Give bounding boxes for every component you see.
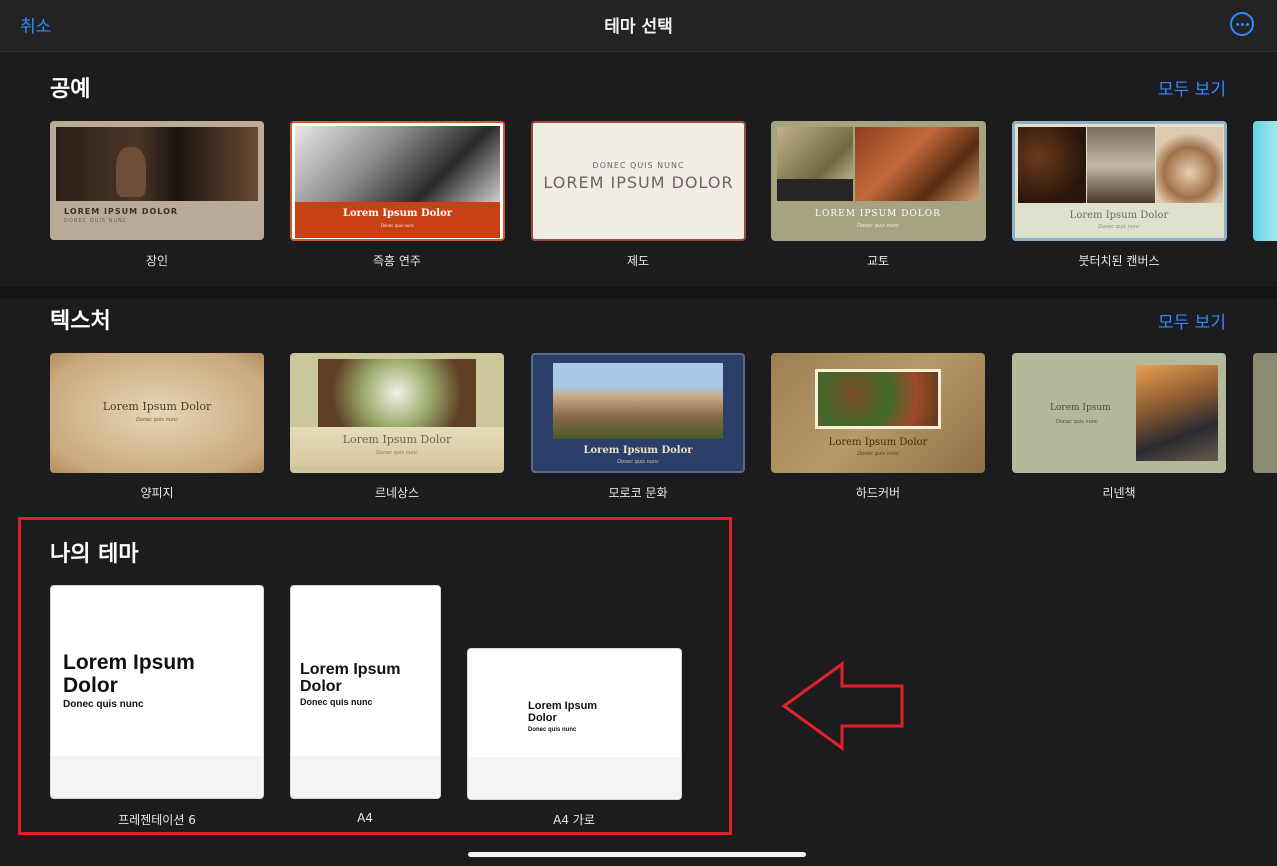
theme-preview-image [553,363,723,439]
theme-preview-title: Lorem Ipsum Dolor [828,437,928,448]
see-all-button[interactable]: 모두 보기 [1158,308,1226,333]
theme-thumbnail-partial[interactable] [1253,353,1277,473]
theme-preview-subtitle: Donec quis nunc [617,459,659,465]
theme-preview-subtitle: Donec quis nunc [380,223,415,228]
home-indicator[interactable] [468,852,806,857]
ellipsis-circle-icon[interactable] [1230,12,1254,36]
theme-preview-subtitle: Donec quis nunc [857,223,899,229]
theme-thumbnail-drafting[interactable]: DONEC QUIS NUNC LOREM IPSUM DOLOR [531,121,746,241]
theme-preview-title: Lorem Ipsum Dolor [583,445,693,456]
theme-preview-image [318,359,476,427]
theme-preview-subtitle: DONEC QUIS NUNC [592,161,685,170]
theme-thumbnail-kyoto[interactable]: LOREM IPSUM DOLOR Donec quis nunc [771,121,986,241]
theme-label: 르네상스 [374,486,420,500]
theme-preview-title: Lorem Ipsum Dolor [102,400,212,413]
section-divider [0,287,1277,299]
theme-preview-title: LOREM IPSUM DOLOR [815,209,941,219]
theme-label: 리넨책 [1102,486,1136,500]
theme-preview-subtitle: Donec quis nunc [857,451,899,457]
theme-preview-image [777,179,853,201]
theme-preview-title: Lorem Ipsum Dolor [342,433,452,446]
section-crafts: 공예 모두 보기 LOREM IPSUM DOLOR DONEC QUIS NU… [0,53,1277,287]
theme-preview-title: LOREM IPSUM DOLOR [64,207,179,216]
theme-label: 제도 [626,254,650,268]
theme-label: 양피지 [140,486,174,500]
theme-preview-image [815,369,941,429]
theme-thumbnail-renaissance[interactable]: Lorem Ipsum Dolor Donec quis nunc [290,353,504,473]
arrow-left-icon [781,661,904,751]
theme-preview-subtitle: Donec quis nunc [1056,419,1098,425]
theme-label: 장인 [145,254,169,268]
theme-preview-subtitle: Donec quis nunc [1098,224,1140,230]
theme-label: 모로코 문화 [608,486,668,500]
section-title: 공예 [50,77,91,102]
section-title: 텍스처 [50,309,111,334]
theme-preview-subtitle: Donec quis nunc [376,450,418,456]
theme-thumbnail-linen-book[interactable]: Lorem Ipsum Donec quis nunc [1012,353,1226,473]
theme-thumbnail-hardcover[interactable]: Lorem Ipsum Dolor Donec quis nunc [771,353,985,473]
theme-preview-image [1018,127,1086,203]
theme-label: 즉흥 연주 [373,254,421,268]
theme-thumbnail-improv[interactable]: Lorem Ipsum Dolor Donec quis nunc [290,121,505,241]
theme-thumbnail-parchment[interactable]: Lorem Ipsum Dolor Donec quis nunc [50,353,264,473]
theme-preview-image [1136,365,1218,461]
theme-thumbnail-artisan[interactable]: LOREM IPSUM DOLOR DONEC QUIS NUNC [50,121,264,240]
theme-label: 하드커버 [855,486,901,500]
theme-preview-title: Lorem Ipsum Dolor [342,208,453,219]
page-title: 테마 선택 [604,17,673,37]
theme-preview-title: LOREM IPSUM DOLOR [543,173,734,192]
theme-preview-subtitle: DONEC QUIS NUNC [64,218,128,224]
theme-label: 붓터치된 캔버스 [1078,254,1160,268]
theme-label: 교토 [866,254,890,268]
theme-preview-image [855,127,979,201]
theme-preview-title: Lorem Ipsum [1050,403,1111,413]
theme-thumbnail-brushed-canvas[interactable]: Lorem Ipsum Dolor Donec quis nunc [1012,121,1227,241]
section-textures: 텍스처 모두 보기 Lorem Ipsum Dolor Donec quis n… [0,299,1277,518]
theme-preview-image [295,126,500,202]
theme-preview-image [1087,127,1155,203]
theme-thumbnail-partial[interactable] [1253,121,1277,241]
theme-thumbnail-moroccan[interactable]: Lorem Ipsum Dolor Donec quis nunc [531,353,745,473]
see-all-button[interactable]: 모두 보기 [1158,75,1226,100]
theme-preview-subtitle: Donec quis nunc [136,417,178,423]
theme-preview-image [1156,127,1223,203]
highlight-box [18,517,732,835]
theme-preview-title: Lorem Ipsum Dolor [1069,210,1169,221]
top-bar: 취소 테마 선택 [0,0,1277,52]
theme-preview-image [56,127,258,201]
